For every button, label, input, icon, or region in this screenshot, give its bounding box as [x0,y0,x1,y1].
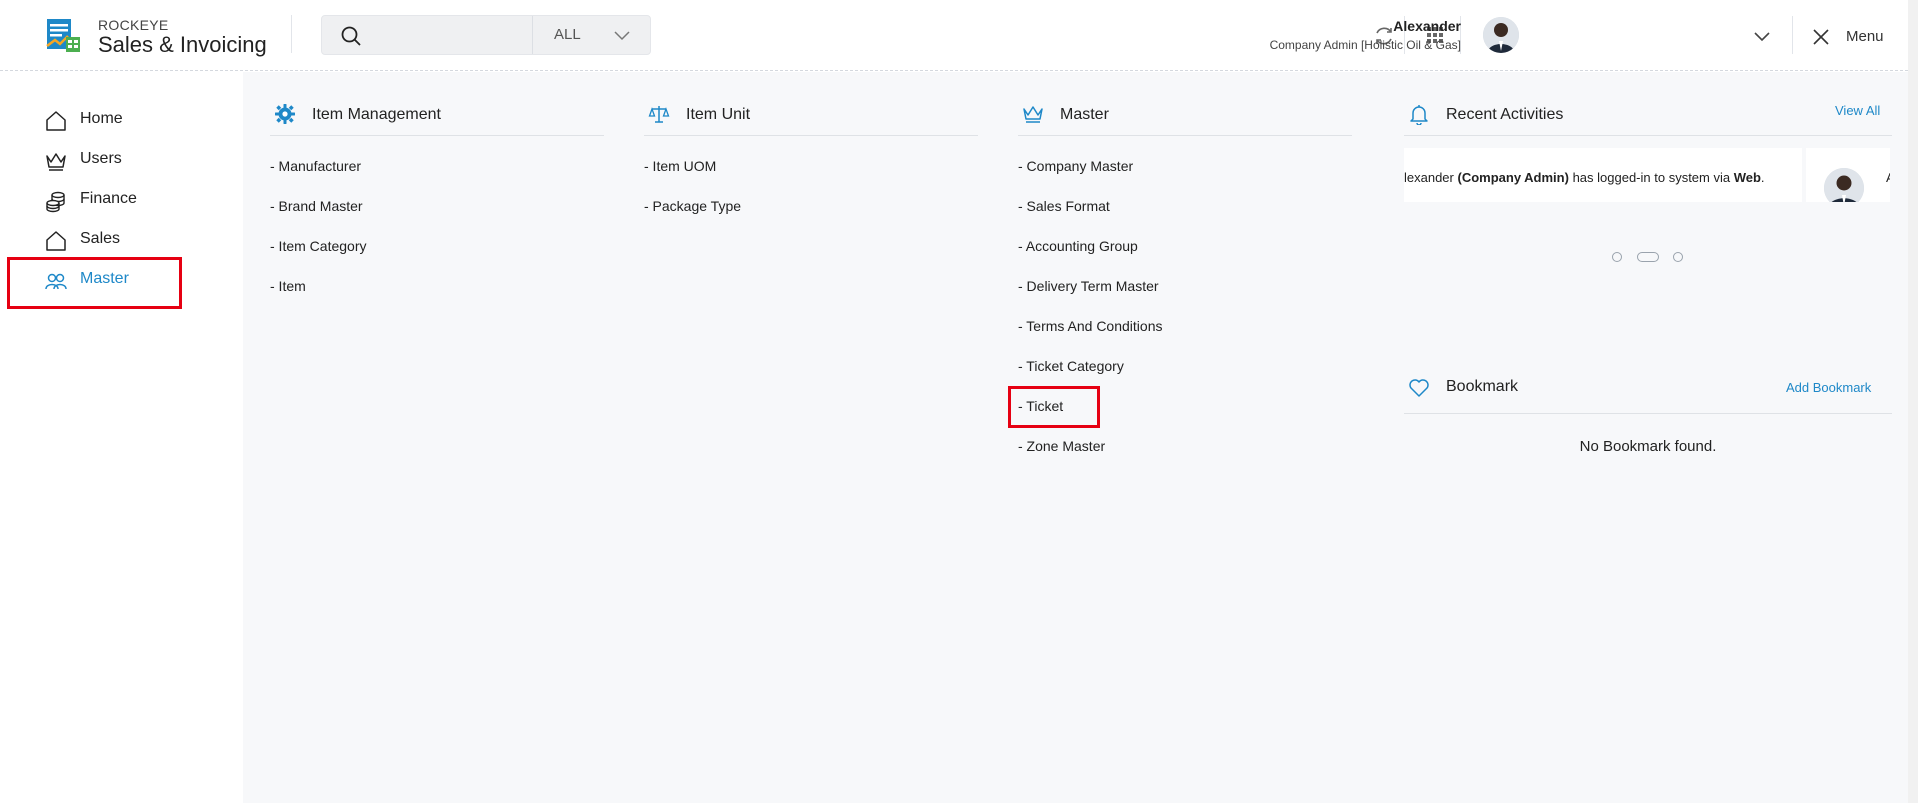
carousel-dot[interactable] [1673,252,1683,262]
sidebar-item-label: Finance [80,190,137,207]
menu-link-zone-master[interactable]: - Zone Master [1018,438,1105,460]
gear-icon [275,104,295,124]
section-header-recent-activities: Recent Activities [1404,80,1892,136]
close-icon [1813,29,1829,45]
section-title: Item Unit [686,106,751,123]
crown-icon [46,153,66,171]
activity-text: A [1886,170,1890,185]
search-filter-select[interactable]: ALL [532,16,651,54]
carousel-dot-active[interactable] [1637,252,1659,262]
sidebar-item-users[interactable]: Users [44,145,224,175]
bell-icon [1410,105,1428,125]
menu-label: Menu [1846,28,1884,45]
section-title: Bookmark [1446,378,1519,395]
view-all-link[interactable]: View All [1835,103,1880,118]
menu-link-package-type[interactable]: - Package Type [644,198,741,220]
top-header: ROCKEYE Sales & Invoicing ALL Alexander … [0,0,1908,71]
sidebar-item-label: Sales [80,230,121,247]
search-filter-value: ALL [554,26,581,43]
section-title: Master [1060,106,1109,123]
menu-link-terms-and-conditions[interactable]: - Terms And Conditions [1018,318,1162,340]
activity-text-suffix: . [1760,170,1765,185]
menu-link-brand-master[interactable]: - Brand Master [270,198,363,220]
app-logo-icon[interactable] [44,16,82,54]
home-icon [46,111,66,131]
section-title: Item Management [312,106,441,123]
add-bookmark-link[interactable]: Add Bookmark [1786,380,1871,395]
menu-link-accounting-group[interactable]: - Accounting Group [1018,238,1138,260]
menu-link-item[interactable]: - Item [270,278,306,300]
chevron-down-icon[interactable] [1752,26,1772,46]
sidebar-item-home[interactable]: Home [44,105,224,135]
activity-card[interactable]: A [1806,148,1890,202]
home-icon [46,231,66,251]
coins-icon [46,191,65,213]
menu-link-ticket-category[interactable]: - Ticket Category [1018,358,1124,380]
user-name[interactable]: Alexander [1393,18,1461,34]
heart-icon [1409,379,1429,397]
menu-link-manufacturer[interactable]: - Manufacturer [270,158,361,180]
menu-link-item-category[interactable]: - Item Category [270,238,366,260]
activity-card[interactable]: lexander (Company Admin) has logged-in t… [1404,148,1802,202]
sidebar-item-finance[interactable]: Finance [44,185,224,215]
sidebar-item-label: Home [80,110,123,127]
sidebar-item-sales[interactable]: Sales [44,225,224,255]
user-avatar[interactable] [1483,17,1519,53]
app-title: Sales & Invoicing [98,32,267,57]
section-header-master: Master [1018,80,1352,136]
scale-icon [648,106,670,123]
sidebar-item-label: Users [80,150,122,167]
header-divider [1792,16,1793,54]
highlight-box [7,257,182,309]
activity-role: (Company Admin) [1457,170,1569,185]
sidebar [0,72,243,803]
crown-icon [1023,106,1043,123]
menu-close-button[interactable]: Menu [1812,26,1912,50]
search-icon[interactable] [340,25,362,47]
scrollbar[interactable] [1908,0,1918,803]
menu-link-sales-format[interactable]: - Sales Format [1018,198,1110,220]
activity-avatar [1824,168,1864,202]
user-role: Company Admin [Holistic Oil & Gas] [1269,38,1461,52]
header-divider [291,15,292,53]
menu-link-item-uom[interactable]: - Item UOM [644,158,716,180]
activity-text: lexander (Company Admin) has logged-in t… [1404,170,1765,185]
brand-top-text: ROCKEYE [98,17,169,33]
carousel-pagination [1612,250,1692,264]
search-bar: ALL [321,15,651,55]
activity-channel: Web [1733,170,1761,185]
section-header-item-management: Item Management [270,80,604,136]
highlight-box [1008,386,1100,428]
menu-link-company-master[interactable]: - Company Master [1018,158,1133,180]
carousel-dot[interactable] [1612,252,1622,262]
empty-bookmark-message: No Bookmark found. [1579,438,1717,455]
activity-text-prefix: lexander [1404,170,1458,185]
section-header-item-unit: Item Unit [644,80,978,136]
chevron-down-icon [614,31,630,41]
menu-link-delivery-term-master[interactable]: - Delivery Term Master [1018,278,1159,300]
section-title: Recent Activities [1446,106,1564,123]
activity-text-middle: has logged-in to system via [1568,170,1734,185]
